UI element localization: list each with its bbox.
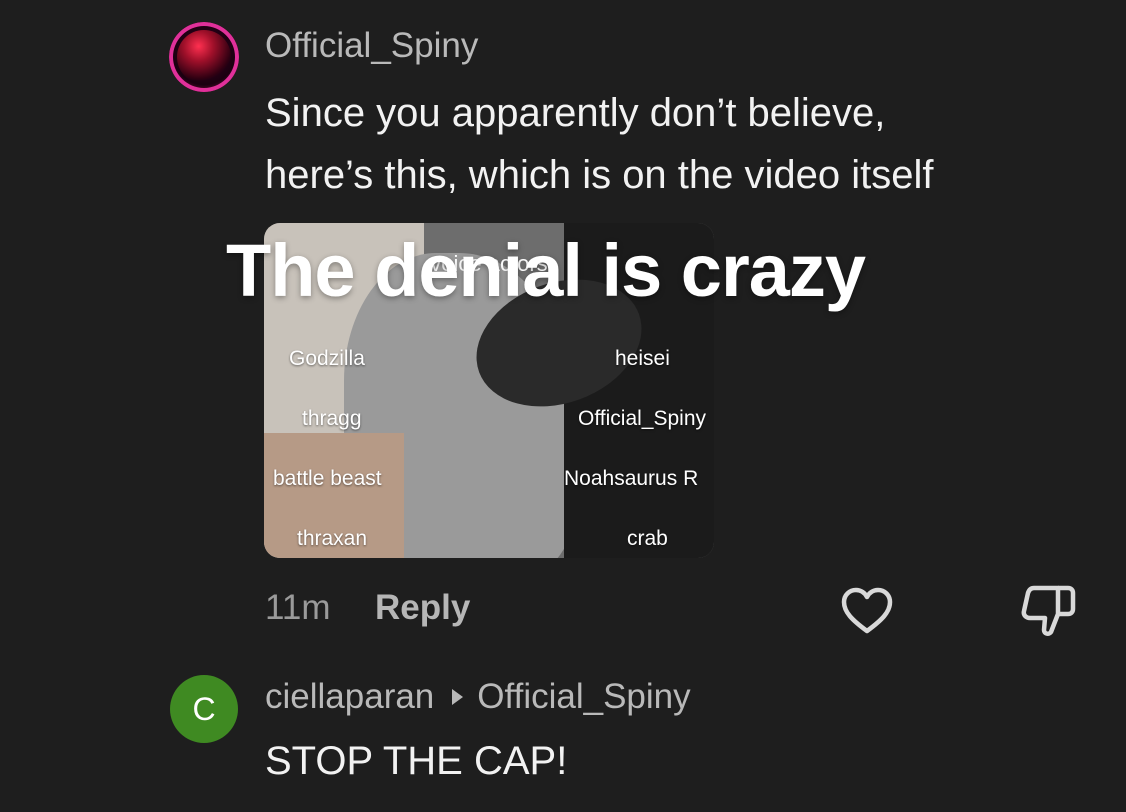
cast-actor: Noahsaurus R [564, 467, 699, 490]
comment-text: Since you apparently don’t believe, here… [265, 82, 1105, 206]
caret-right-icon [452, 689, 464, 705]
comment-username[interactable]: Official_Spiny [265, 26, 478, 66]
cast-actor: crab [627, 527, 668, 550]
cast-role: battle beast [273, 467, 382, 490]
video-overlay-caption: The denial is crazy [226, 229, 866, 312]
heart-icon[interactable] [840, 586, 894, 636]
comment-text-line: Since you apparently don’t believe, [265, 91, 886, 135]
cast-actor: heisei [615, 347, 670, 370]
avatar-letter: C [192, 690, 216, 727]
reply-username[interactable]: ciellaparan [265, 677, 434, 717]
reply-button[interactable]: Reply [375, 588, 470, 628]
cast-role: Godzilla [289, 347, 365, 370]
replied-to-username[interactable]: Official_Spiny [477, 677, 690, 717]
thumbs-down-icon[interactable] [1018, 582, 1078, 638]
comment-text-line: here’s this, which is on the video itsel… [265, 153, 934, 197]
reply-text: STOP THE CAP! [265, 739, 568, 783]
cast-role: thraxan [297, 527, 368, 550]
comment-timestamp: 11m [265, 588, 331, 627]
user-avatar-official-spiny[interactable] [169, 22, 239, 92]
avatar-ring [169, 22, 239, 92]
cast-role: thragg [302, 407, 362, 430]
user-avatar-ciellaparan[interactable]: C [170, 675, 238, 743]
reply-header: ciellaparan Official_Spiny [265, 677, 691, 717]
cast-actor: Official_Spiny [578, 407, 707, 430]
